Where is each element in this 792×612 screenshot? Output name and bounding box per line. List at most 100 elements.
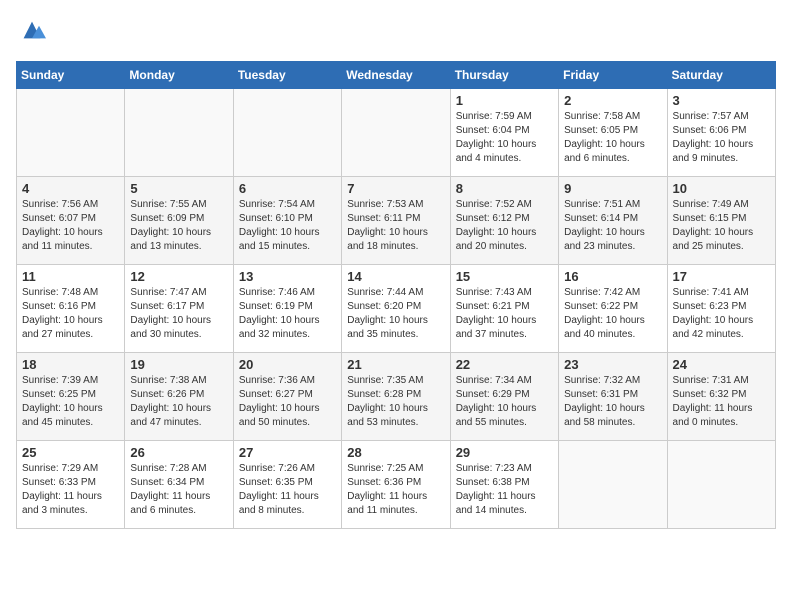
day-info: Sunrise: 7:52 AM Sunset: 6:12 PM Dayligh… (456, 198, 553, 254)
day-info: Sunrise: 7:28 AM Sunset: 6:34 PM Dayligh… (130, 462, 227, 518)
day-number: 26 (130, 445, 227, 460)
week-row-4: 18 Sunrise: 7:39 AM Sunset: 6:25 PM Dayli… (17, 353, 776, 441)
day-cell: 26 Sunrise: 7:28 AM Sunset: 6:34 PM Dayli… (125, 441, 233, 529)
day-cell: 5 Sunrise: 7:55 AM Sunset: 6:09 PM Daylig… (125, 177, 233, 265)
week-row-2: 4 Sunrise: 7:56 AM Sunset: 6:07 PM Daylig… (17, 177, 776, 265)
day-info: Sunrise: 7:51 AM Sunset: 6:14 PM Dayligh… (564, 198, 661, 254)
day-number: 24 (673, 357, 770, 372)
day-info: Sunrise: 7:41 AM Sunset: 6:23 PM Dayligh… (673, 286, 770, 342)
day-cell: 21Sunrise: 7:35 AM Sunset: 6:28 PM Dayli… (342, 353, 450, 441)
day-cell: 1 Sunrise: 7:59 AM Sunset: 6:04 PM Daylig… (450, 89, 558, 177)
day-number: 11 (22, 269, 119, 284)
day-cell (125, 89, 233, 177)
page-header (16, 16, 776, 49)
day-cell: 15 Sunrise: 7:43 AM Sunset: 6:21 PM Dayli… (450, 265, 558, 353)
calendar-table: SundayMondayTuesdayWednesdayThursdayFrid… (16, 61, 776, 529)
week-row-1: 1 Sunrise: 7:59 AM Sunset: 6:04 PM Daylig… (17, 89, 776, 177)
day-number: 7 (347, 181, 444, 196)
day-info: Sunrise: 7:48 AM Sunset: 6:16 PM Dayligh… (22, 286, 119, 342)
day-number: 23 (564, 357, 661, 372)
day-info: Sunrise: 7:57 AM Sunset: 6:06 PM Dayligh… (673, 110, 770, 166)
day-cell: 9 Sunrise: 7:51 AM Sunset: 6:14 PM Daylig… (559, 177, 667, 265)
day-number: 28 (347, 445, 444, 460)
day-number: 17 (673, 269, 770, 284)
day-info: Sunrise: 7:43 AM Sunset: 6:21 PM Dayligh… (456, 286, 553, 342)
day-info: Sunrise: 7:53 AM Sunset: 6:11 PM Dayligh… (347, 198, 444, 254)
day-info: Sunrise: 7:54 AM Sunset: 6:10 PM Dayligh… (239, 198, 336, 254)
day-info: Sunrise: 7:29 AM Sunset: 6:33 PM Dayligh… (22, 462, 119, 518)
day-number: 2 (564, 93, 661, 108)
weekday-header-wednesday: Wednesday (342, 62, 450, 89)
day-cell: 11 Sunrise: 7:48 AM Sunset: 6:16 PM Dayli… (17, 265, 125, 353)
day-info: Sunrise: 7:38 AM Sunset: 6:26 PM Dayligh… (130, 374, 227, 430)
day-cell (233, 89, 341, 177)
day-info: Sunrise: 7:44 AM Sunset: 6:20 PM Dayligh… (347, 286, 444, 342)
day-info: Sunrise: 7:49 AM Sunset: 6:15 PM Dayligh… (673, 198, 770, 254)
day-info: Sunrise: 7:42 AM Sunset: 6:22 PM Dayligh… (564, 286, 661, 342)
day-number: 1 (456, 93, 553, 108)
logo-icon (18, 16, 46, 44)
day-info: Sunrise: 7:35 AM Sunset: 6:28 PM Dayligh… (347, 374, 444, 430)
day-cell: 20 Sunrise: 7:36 AM Sunset: 6:27 PM Dayli… (233, 353, 341, 441)
day-number: 8 (456, 181, 553, 196)
day-number: 12 (130, 269, 227, 284)
day-cell (17, 89, 125, 177)
day-cell: 13Sunrise: 7:46 AM Sunset: 6:19 PM Dayli… (233, 265, 341, 353)
day-number: 4 (22, 181, 119, 196)
day-cell: 14 Sunrise: 7:44 AM Sunset: 6:20 PM Dayli… (342, 265, 450, 353)
day-info: Sunrise: 7:59 AM Sunset: 6:04 PM Dayligh… (456, 110, 553, 166)
day-number: 6 (239, 181, 336, 196)
day-info: Sunrise: 7:31 AM Sunset: 6:32 PM Dayligh… (673, 374, 770, 430)
day-number: 3 (673, 93, 770, 108)
day-info: Sunrise: 7:23 AM Sunset: 6:38 PM Dayligh… (456, 462, 553, 518)
day-cell: 8 Sunrise: 7:52 AM Sunset: 6:12 PM Daylig… (450, 177, 558, 265)
day-cell: 24 Sunrise: 7:31 AM Sunset: 6:32 PM Dayli… (667, 353, 775, 441)
day-cell: 19 Sunrise: 7:38 AM Sunset: 6:26 PM Dayli… (125, 353, 233, 441)
day-info: Sunrise: 7:36 AM Sunset: 6:27 PM Dayligh… (239, 374, 336, 430)
day-info: Sunrise: 7:58 AM Sunset: 6:05 PM Dayligh… (564, 110, 661, 166)
day-cell: 28Sunrise: 7:25 AM Sunset: 6:36 PM Dayli… (342, 441, 450, 529)
day-cell: 17 Sunrise: 7:41 AM Sunset: 6:23 PM Dayli… (667, 265, 775, 353)
day-number: 9 (564, 181, 661, 196)
day-cell: 23Sunrise: 7:32 AM Sunset: 6:31 PM Dayli… (559, 353, 667, 441)
day-cell: 3 Sunrise: 7:57 AM Sunset: 6:06 PM Daylig… (667, 89, 775, 177)
weekday-header-tuesday: Tuesday (233, 62, 341, 89)
day-number: 10 (673, 181, 770, 196)
day-cell: 27Sunrise: 7:26 AM Sunset: 6:35 PM Dayli… (233, 441, 341, 529)
day-cell: 12 Sunrise: 7:47 AM Sunset: 6:17 PM Dayli… (125, 265, 233, 353)
day-cell: 22 Sunrise: 7:34 AM Sunset: 6:29 PM Dayli… (450, 353, 558, 441)
day-number: 15 (456, 269, 553, 284)
day-number: 29 (456, 445, 553, 460)
day-number: 19 (130, 357, 227, 372)
day-cell (667, 441, 775, 529)
week-row-5: 25 Sunrise: 7:29 AM Sunset: 6:33 PM Dayli… (17, 441, 776, 529)
week-row-3: 11 Sunrise: 7:48 AM Sunset: 6:16 PM Dayli… (17, 265, 776, 353)
day-number: 20 (239, 357, 336, 372)
day-info: Sunrise: 7:46 AM Sunset: 6:19 PM Dayligh… (239, 286, 336, 342)
day-cell: 29 Sunrise: 7:23 AM Sunset: 6:38 PM Dayli… (450, 441, 558, 529)
weekday-header-row: SundayMondayTuesdayWednesdayThursdayFrid… (17, 62, 776, 89)
day-cell (342, 89, 450, 177)
day-cell: 18 Sunrise: 7:39 AM Sunset: 6:25 PM Dayli… (17, 353, 125, 441)
day-info: Sunrise: 7:55 AM Sunset: 6:09 PM Dayligh… (130, 198, 227, 254)
day-number: 25 (22, 445, 119, 460)
day-info: Sunrise: 7:47 AM Sunset: 6:17 PM Dayligh… (130, 286, 227, 342)
day-cell: 6 Sunrise: 7:54 AM Sunset: 6:10 PM Daylig… (233, 177, 341, 265)
logo (16, 16, 46, 49)
day-number: 18 (22, 357, 119, 372)
day-number: 27 (239, 445, 336, 460)
day-info: Sunrise: 7:34 AM Sunset: 6:29 PM Dayligh… (456, 374, 553, 430)
day-cell: 25 Sunrise: 7:29 AM Sunset: 6:33 PM Dayli… (17, 441, 125, 529)
day-number: 22 (456, 357, 553, 372)
day-cell: 10 Sunrise: 7:49 AM Sunset: 6:15 PM Dayli… (667, 177, 775, 265)
weekday-header-monday: Monday (125, 62, 233, 89)
weekday-header-saturday: Saturday (667, 62, 775, 89)
day-number: 14 (347, 269, 444, 284)
weekday-header-sunday: Sunday (17, 62, 125, 89)
day-cell: 4 Sunrise: 7:56 AM Sunset: 6:07 PM Daylig… (17, 177, 125, 265)
day-number: 16 (564, 269, 661, 284)
day-number: 5 (130, 181, 227, 196)
day-info: Sunrise: 7:56 AM Sunset: 6:07 PM Dayligh… (22, 198, 119, 254)
weekday-header-friday: Friday (559, 62, 667, 89)
day-info: Sunrise: 7:39 AM Sunset: 6:25 PM Dayligh… (22, 374, 119, 430)
